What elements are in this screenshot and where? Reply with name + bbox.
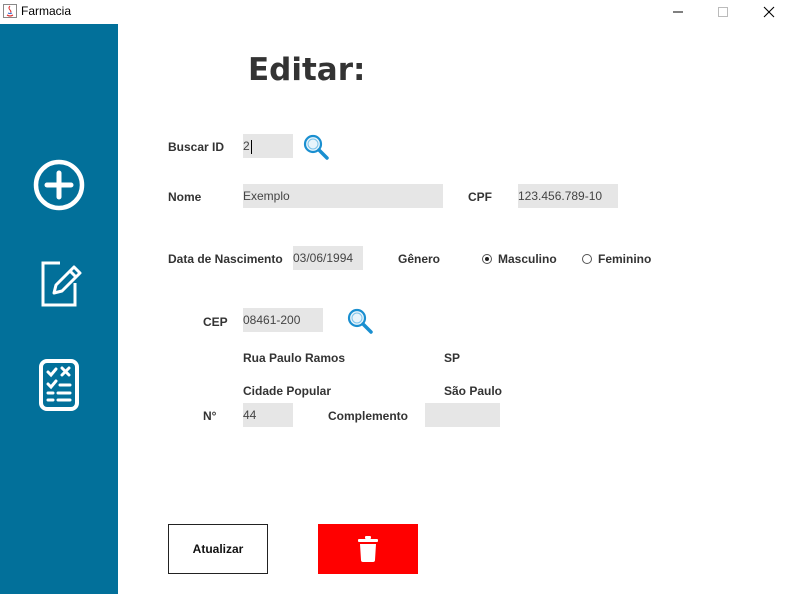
trash-icon xyxy=(358,536,378,562)
nome-input[interactable]: Exemplo xyxy=(243,184,443,208)
cidade-text: São Paulo xyxy=(444,384,503,398)
nascimento-label: Data de Nascimento xyxy=(168,252,283,266)
radio-dot-selected xyxy=(482,254,492,264)
minimize-button[interactable] xyxy=(655,0,701,24)
buscar-id-input[interactable]: 2 xyxy=(243,134,293,158)
radio-masculino[interactable]: Masculino xyxy=(482,252,557,266)
close-icon xyxy=(763,6,775,18)
sidebar-item-edit[interactable] xyxy=(30,255,88,313)
estado-text: SP xyxy=(444,351,461,365)
radio-feminino[interactable]: Feminino xyxy=(582,252,651,266)
radio-masculino-label: Masculino xyxy=(498,252,557,266)
numero-label: N° xyxy=(203,409,217,423)
add-circle-icon xyxy=(33,159,85,211)
edit-icon xyxy=(41,261,82,307)
buscar-id-value: 2 xyxy=(243,139,250,153)
sidebar-item-list[interactable] xyxy=(30,356,88,414)
sidebar xyxy=(0,24,118,594)
checklist-icon xyxy=(39,359,79,411)
update-button[interactable]: Atualizar xyxy=(168,524,268,574)
close-button[interactable] xyxy=(746,0,792,24)
complemento-label: Complemento xyxy=(328,409,409,423)
cpf-input[interactable]: 123.456.789-10 xyxy=(518,184,618,208)
numero-input[interactable]: 44 xyxy=(243,403,293,427)
rua-text: Rua Paulo Ramos xyxy=(243,351,346,365)
page-title: Editar: xyxy=(248,52,366,88)
cep-label: CEP xyxy=(203,315,228,329)
buscar-id-label: Buscar ID xyxy=(168,140,225,154)
java-app-icon xyxy=(3,4,17,18)
search-cep-icon[interactable] xyxy=(346,307,374,335)
title-bar: Farmacia xyxy=(0,0,792,24)
maximize-icon xyxy=(718,7,728,17)
text-caret xyxy=(250,139,252,154)
nascimento-input[interactable]: 03/06/1994 xyxy=(293,246,363,270)
genero-label: Gênero xyxy=(398,252,441,266)
cep-input[interactable]: 08461-200 xyxy=(243,308,323,332)
complemento-input[interactable] xyxy=(425,403,500,427)
window-title: Farmacia xyxy=(21,4,72,18)
nome-label: Nome xyxy=(168,190,202,204)
delete-button[interactable] xyxy=(318,524,418,574)
bairro-text: Cidade Popular xyxy=(243,384,332,398)
radio-dot xyxy=(582,254,592,264)
maximize-button[interactable] xyxy=(700,0,746,24)
cpf-label: CPF xyxy=(468,190,492,204)
minimize-icon xyxy=(673,11,683,13)
sidebar-item-add[interactable] xyxy=(30,156,88,214)
search-id-icon[interactable] xyxy=(302,133,330,161)
radio-feminino-label: Feminino xyxy=(598,252,652,266)
